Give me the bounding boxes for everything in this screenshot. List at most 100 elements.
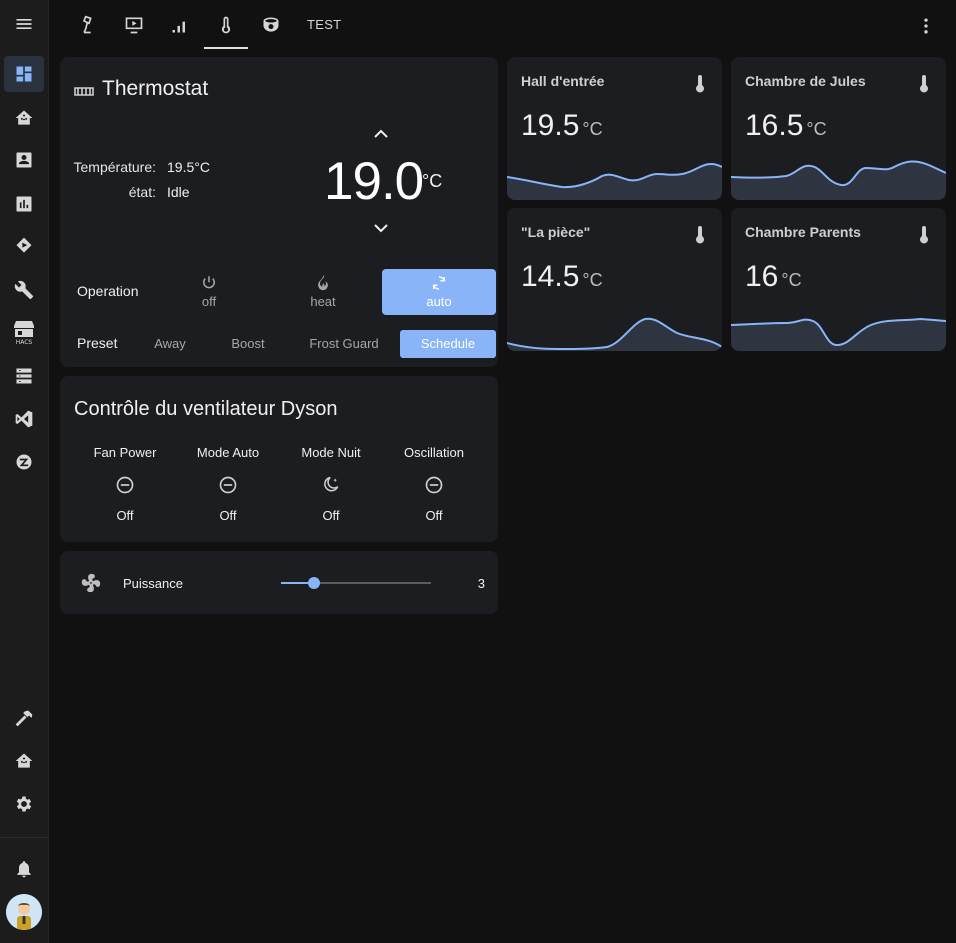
- puissance-slider-thumb[interactable]: [308, 577, 320, 589]
- puissance-label: Puissance: [123, 576, 183, 591]
- operation-heat-button[interactable]: heat: [266, 269, 380, 315]
- sensor-value-number: 14.5: [521, 260, 580, 293]
- hammer-icon[interactable]: [4, 700, 44, 736]
- sensor-unit: °C: [582, 270, 603, 290]
- operation-auto-label: auto: [426, 294, 452, 309]
- vscode-icon[interactable]: [4, 401, 44, 437]
- monitor-play-icon: [125, 17, 143, 34]
- sensor-name: Chambre de Jules: [745, 73, 866, 89]
- sensor-card-jules[interactable]: Chambre de Jules 16.5 °C: [731, 57, 946, 200]
- signal-bars-icon: [172, 16, 188, 33]
- preset-frost-guard-button[interactable]: Frost Guard: [300, 330, 388, 358]
- home-assistant-icon[interactable]: [4, 743, 44, 779]
- sensor-card-parents[interactable]: Chambre Parents 16 °C: [731, 208, 946, 351]
- zigbee-icon[interactable]: [4, 444, 44, 480]
- cog-icon[interactable]: [4, 786, 44, 822]
- sidebar-divider: [0, 837, 49, 838]
- operation-auto-button[interactable]: auto: [382, 269, 496, 315]
- temperature-value: 19.5°C: [167, 159, 210, 175]
- media-icon[interactable]: [4, 228, 44, 264]
- sensor-unit: °C: [781, 270, 802, 290]
- power-icon: [152, 274, 266, 292]
- svg-text:HACS: HACS: [16, 339, 33, 345]
- hacs-store-icon[interactable]: HACS: [4, 314, 44, 350]
- overflow-menu-icon[interactable]: [914, 14, 938, 38]
- operation-off-button[interactable]: off: [152, 269, 266, 315]
- mode-nuit-state: Off: [322, 508, 340, 523]
- dashboard-icon[interactable]: [4, 56, 44, 92]
- minus-circle-icon[interactable]: [389, 475, 479, 495]
- menu-icon[interactable]: [4, 6, 44, 42]
- fan-power-control[interactable]: Fan Power Off: [80, 445, 170, 523]
- chevron-down-icon[interactable]: [373, 221, 389, 235]
- operation-label: Operation: [77, 283, 139, 299]
- temperature-label: Température:: [73, 159, 156, 175]
- tab-desk-lamp[interactable]: [67, 0, 111, 50]
- sensor-name: Chambre Parents: [745, 224, 861, 240]
- chevron-up-icon[interactable]: [373, 127, 389, 141]
- tab-robot-vacuum[interactable]: [249, 0, 293, 50]
- sensor-history-graph: [731, 160, 946, 200]
- oscillation-control[interactable]: Oscillation Off: [389, 445, 479, 523]
- sensor-unit: °C: [806, 119, 827, 139]
- sensor-history-graph: [731, 317, 946, 351]
- sensor-card-la-piece[interactable]: "La pièce" 14.5 °C: [507, 208, 722, 351]
- account-box-icon[interactable]: [4, 142, 44, 178]
- sensor-value-number: 16: [745, 260, 779, 293]
- preset-boost-button[interactable]: Boost: [220, 330, 276, 358]
- operation-off-label: off: [201, 294, 217, 309]
- oscillation-state: Off: [425, 508, 443, 523]
- puissance-value: 3: [477, 576, 485, 591]
- sensor-card-hall[interactable]: Hall d'entrée 19.5 °C: [507, 57, 722, 200]
- state-value: Idle: [167, 184, 190, 200]
- puissance-card: Puissance 3: [60, 551, 498, 614]
- sensor-history-graph: [507, 163, 722, 200]
- sensor-value: 16.5 °C: [745, 109, 827, 143]
- preset-schedule-button[interactable]: Schedule: [400, 330, 496, 358]
- top-bar: TEST: [49, 0, 956, 50]
- sensor-value: 16 °C: [745, 260, 802, 294]
- minus-circle-icon[interactable]: [183, 475, 273, 495]
- sensor-name: Hall d'entrée: [521, 73, 605, 89]
- bell-icon[interactable]: [4, 851, 44, 887]
- thermostat-title: Thermostat: [102, 77, 209, 100]
- dyson-card: Contrôle du ventilateur Dyson Fan Power …: [60, 376, 498, 542]
- tab-thermometer[interactable]: [204, 0, 248, 50]
- mode-auto-label: Mode Auto: [196, 445, 260, 460]
- fan-power-state: Off: [116, 508, 134, 523]
- tab-signal[interactable]: [158, 0, 202, 50]
- robot-vacuum-icon: [263, 17, 279, 32]
- radiator-icon: [74, 85, 94, 97]
- sensor-unit: °C: [582, 119, 603, 139]
- operation-heat-label: heat: [310, 294, 336, 309]
- home-assistant-icon[interactable]: [4, 100, 44, 136]
- wrench-icon[interactable]: [4, 272, 44, 308]
- sidebar: HACS: [0, 0, 49, 943]
- fire-icon: [266, 274, 380, 292]
- sensor-name: "La pièce": [521, 224, 591, 240]
- refresh-icon: [382, 274, 496, 292]
- sensor-value-number: 16.5: [745, 109, 804, 142]
- tab-monitor-play[interactable]: [112, 0, 156, 50]
- mode-auto-state: Off: [219, 508, 237, 523]
- mode-nuit-control[interactable]: Mode Nuit Off: [286, 445, 376, 523]
- minus-circle-icon[interactable]: [80, 475, 170, 495]
- state-label: état:: [128, 184, 156, 200]
- setpoint-value: 19.0: [324, 152, 424, 211]
- preset-label: Preset: [77, 335, 118, 351]
- thermostat-card: Thermostat Température: 19.5°C état: Idl…: [60, 57, 498, 367]
- setpoint-unit: °C: [422, 171, 443, 191]
- dyson-title: Contrôle du ventilateur Dyson: [74, 398, 338, 420]
- chart-box-icon[interactable]: [4, 186, 44, 222]
- thermometer-icon: [918, 225, 930, 245]
- desk-lamp-icon: [82, 15, 92, 34]
- mode-auto-control[interactable]: Mode Auto Off: [183, 445, 273, 523]
- server-icon[interactable]: [4, 358, 44, 394]
- fan-power-label: Fan Power: [93, 445, 157, 460]
- avatar[interactable]: [6, 894, 42, 930]
- thermometer-icon: [694, 225, 706, 245]
- preset-away-button[interactable]: Away: [141, 330, 199, 358]
- tab-test[interactable]: TEST: [307, 0, 341, 50]
- moon-star-icon[interactable]: [286, 475, 376, 495]
- mode-nuit-label: Mode Nuit: [301, 445, 361, 460]
